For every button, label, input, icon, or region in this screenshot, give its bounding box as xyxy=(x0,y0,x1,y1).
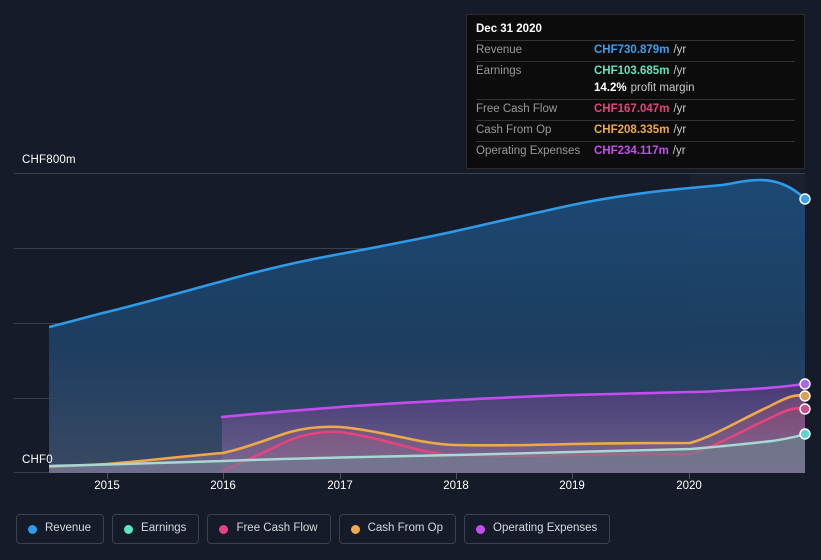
legend-item-label: Operating Expenses xyxy=(493,522,598,535)
financial-chart-app: CHF800m CHF0 2015 2016 2017 2018 2019 2020 De… xyxy=(0,0,821,560)
x-axis-ticks xyxy=(107,473,690,479)
tooltip-row-value: 14.2% xyxy=(594,82,627,94)
x-axis-tick-2019: 2019 xyxy=(559,480,585,492)
legend-item-operating-expenses[interactable]: Operating Expenses xyxy=(464,514,611,544)
legend-item-label: Revenue xyxy=(45,522,92,535)
legend-color-dot xyxy=(350,524,360,534)
x-axis-tick-2016: 2016 xyxy=(210,480,236,492)
tooltip-row-key: Free Cash Flow xyxy=(476,103,558,115)
tooltip-row-key: Revenue xyxy=(476,44,523,56)
tooltip-row-unit: /yr xyxy=(672,145,686,157)
marker-operating-expenses[interactable] xyxy=(799,378,811,390)
legend-color-dot xyxy=(28,524,37,534)
tooltip-row: Free Cash Flow CHF167.047m/yr xyxy=(476,99,795,120)
tooltip-date: Dec 31 2020 xyxy=(476,23,542,35)
tooltip-rows: Revenue CHF730.879m/yr Earnings CHF103.685m… xyxy=(476,40,795,162)
marker-cash-from-op[interactable] xyxy=(799,390,811,402)
x-axis-tick-2020: 2020 xyxy=(676,480,702,492)
tooltip-row-value: CHF730.879m xyxy=(594,44,670,56)
y-axis-zero-label: CHF0 xyxy=(22,454,53,466)
tooltip-row-unit: /yr xyxy=(673,65,687,77)
legend-color-dot xyxy=(219,524,229,534)
tooltip-row: 14.2% profit margin xyxy=(476,82,795,99)
tooltip-row-key: Earnings xyxy=(476,65,522,77)
legend-item-cash-from-op[interactable]: Cash From Op xyxy=(338,514,457,544)
series-group xyxy=(49,178,805,473)
tooltip-row-value: CHF234.117m xyxy=(594,145,669,157)
tooltip-row: Operating Expenses CHF234.117m/yr xyxy=(476,141,795,162)
y-axis-max-label: CHF800m xyxy=(22,154,76,166)
tooltip-row: Cash From Op CHF208.335m/yr xyxy=(476,120,795,141)
tooltip-row-value: CHF208.335m xyxy=(594,124,670,136)
tooltip-row-value: CHF167.047m xyxy=(594,103,670,115)
tooltip-row-unit: /yr xyxy=(673,103,687,115)
legend-color-dot xyxy=(476,524,486,534)
marker-earnings[interactable] xyxy=(799,428,811,440)
x-axis-tick-2018: 2018 xyxy=(443,480,469,492)
x-axis-tick-2015: 2015 xyxy=(94,480,120,492)
legend-item-label: Free Cash Flow xyxy=(236,522,318,535)
legend-item-label: Earnings xyxy=(141,522,187,535)
chart-legend[interactable]: Revenue Earnings Free Cash Flow Cash From O… xyxy=(16,514,611,544)
tooltip-row-key: Operating Expenses xyxy=(476,145,581,157)
legend-color-dot xyxy=(124,524,134,534)
marker-revenue[interactable] xyxy=(799,193,811,205)
legend-item-free-cash-flow[interactable]: Free Cash Flow xyxy=(207,514,331,544)
tooltip-row-unit: /yr xyxy=(673,44,687,56)
tooltip-row-value: CHF103.685m xyxy=(594,65,670,77)
legend-item-earnings[interactable]: Earnings xyxy=(112,514,200,544)
x-axis-tick-2017: 2017 xyxy=(327,480,353,492)
tooltip-row-key: Cash From Op xyxy=(476,124,552,136)
chart-tooltip: Dec 31 2020 Revenue CHF730.879m/yr Earning… xyxy=(466,14,805,169)
tooltip-row-unit: profit margin xyxy=(630,82,695,94)
tooltip-row: Earnings CHF103.685m/yr xyxy=(476,61,795,82)
legend-item-revenue[interactable]: Revenue xyxy=(16,514,105,544)
tooltip-row: Revenue CHF730.879m/yr xyxy=(476,40,795,61)
x-axis: 2015 2016 2017 2018 2019 2020 xyxy=(0,480,821,500)
marker-free-cash-flow[interactable] xyxy=(799,403,811,415)
tooltip-row-unit: /yr xyxy=(673,124,687,136)
legend-item-label: Cash From Op xyxy=(367,522,444,535)
